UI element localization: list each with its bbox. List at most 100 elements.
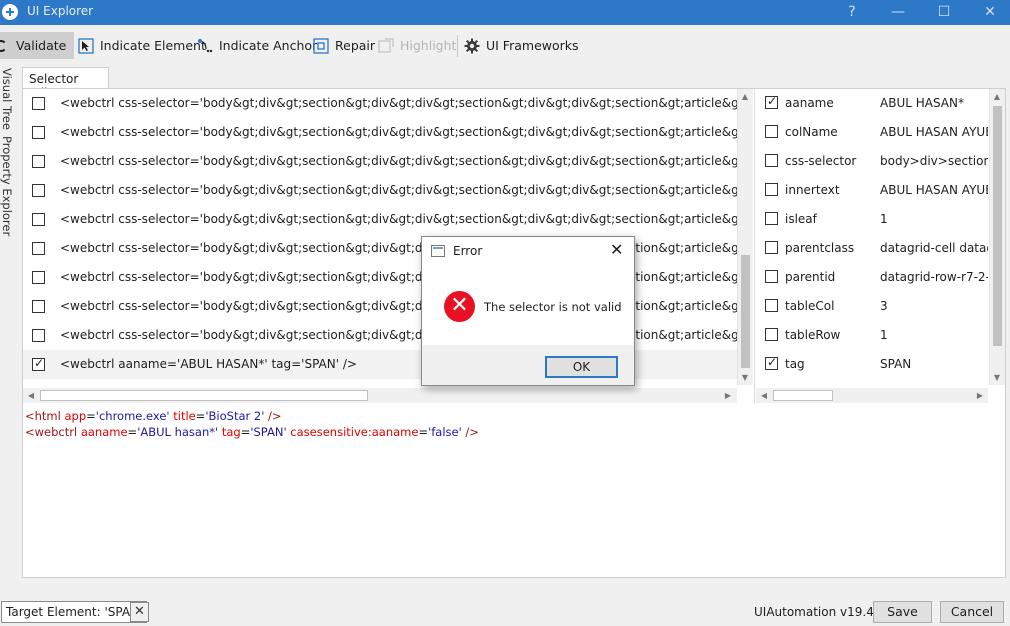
help-button[interactable]: ? — [829, 0, 875, 25]
attribute-name: parentid — [785, 270, 836, 284]
dialog-footer: OK — [422, 345, 634, 385]
attribute-checkbox[interactable] — [765, 94, 778, 109]
scroll-up-arrow[interactable]: ▲ — [739, 91, 751, 103]
pane-splitter[interactable] — [754, 89, 755, 404]
close-window-button[interactable]: ✕ — [967, 0, 1010, 25]
app-icon — [2, 4, 18, 20]
code-tag: <html — [25, 409, 61, 423]
attribute-name: innertext — [785, 183, 840, 197]
selector-list-vscrollbar[interactable]: ▲ ▼ — [737, 89, 753, 385]
scroll-left-arrow[interactable]: ◀ — [758, 390, 770, 402]
scroll-right-arrow[interactable]: ▶ — [722, 390, 734, 402]
selector-row[interactable]: <webctrl css-selector='body&gt;div&gt;se… — [23, 205, 737, 234]
selector-row-text: <webctrl css-selector='body&gt;div&gt;se… — [60, 212, 737, 226]
attribute-checkbox[interactable] — [765, 212, 778, 225]
attribute-list-hscrollbar[interactable]: ◀ ▶ — [756, 388, 988, 403]
clear-target-button[interactable]: ✕ — [130, 602, 149, 622]
indicate-anchor-button[interactable]: Indicate Anchor — [197, 32, 317, 59]
attribute-checkbox[interactable] — [765, 154, 778, 167]
selector-row-text: <webctrl css-selector='body&gt;div&gt;se… — [60, 125, 737, 139]
tab-visual-tree[interactable]: Visual Tree — [0, 68, 14, 130]
attribute-checkbox[interactable] — [765, 270, 778, 283]
attribute-checkbox[interactable] — [765, 125, 778, 138]
attribute-checkbox[interactable] — [765, 241, 778, 254]
scrollbar-thumb[interactable] — [40, 390, 368, 401]
scroll-right-arrow[interactable]: ▶ — [974, 390, 986, 402]
attribute-checkbox[interactable] — [765, 355, 778, 370]
selector-row[interactable]: <webctrl css-selector='body&gt;div&gt;se… — [23, 89, 737, 118]
validate-button[interactable]: Validate — [0, 32, 74, 59]
attribute-row[interactable]: colName ABUL HASAN AYUB I — [756, 118, 988, 147]
attribute-row[interactable]: tag SPAN — [756, 350, 988, 379]
selector-row-checkbox[interactable] — [32, 97, 45, 110]
code-line: <html app='chrome.exe' title='BioStar 2'… — [25, 409, 282, 423]
attribute-value: ABUL HASAN AYUB I — [880, 125, 988, 139]
attribute-row[interactable]: isleaf 1 — [756, 205, 988, 234]
minimize-button[interactable]: — — [875, 0, 921, 25]
selector-row-checkbox[interactable] — [32, 271, 45, 284]
scrollbar-thumb[interactable] — [993, 106, 1002, 346]
attribute-checkbox[interactable] — [765, 299, 778, 312]
dialog-window-icon — [431, 245, 445, 257]
dialog-close-button[interactable]: ✕ — [610, 240, 623, 259]
selector-row-checkbox[interactable] — [32, 155, 45, 168]
highlight-icon — [378, 37, 394, 54]
attribute-name: colName — [785, 125, 838, 139]
attribute-row[interactable]: parentclass datagrid-cell datagri — [756, 234, 988, 263]
ok-button[interactable]: OK — [545, 356, 618, 378]
selector-row-checkbox[interactable] — [32, 126, 45, 139]
scrollbar-thumb[interactable] — [773, 390, 833, 401]
scrollbar-thumb[interactable] — [741, 255, 750, 368]
attribute-row[interactable]: css-selector body>div>section>d — [756, 147, 988, 176]
selector-row-checkbox[interactable] — [32, 329, 45, 342]
selector-code-editor[interactable]: <html app='chrome.exe' title='BioStar 2'… — [25, 408, 479, 440]
selector-row-text: <webctrl css-selector='body&gt;div&gt;se… — [60, 183, 737, 197]
selector-row-checkbox[interactable] — [32, 213, 45, 226]
attribute-row[interactable]: tableCol 3 — [756, 292, 988, 321]
tab-property-explorer[interactable]: Property Explorer — [0, 136, 14, 236]
selector-row-text: <webctrl css-selector='body&gt;div&gt;se… — [60, 270, 737, 284]
indicate-element-button[interactable]: Indicate Element — [78, 32, 206, 59]
selector-row[interactable]: <webctrl css-selector='body&gt;div&gt;se… — [23, 118, 737, 147]
ui-frameworks-button[interactable]: UI Frameworks — [464, 32, 579, 59]
attribute-row[interactable]: parentid datagrid-row-r7-2-0 — [756, 263, 988, 292]
repair-label: Repair — [335, 38, 376, 53]
attribute-value: datagrid-cell datagri — [880, 241, 988, 255]
toolbar: Validate Indicate Element Indicate Ancho… — [0, 31, 1010, 61]
selector-row-checkbox[interactable] — [32, 184, 45, 197]
attribute-name: css-selector — [785, 154, 857, 168]
window-title: UI Explorer — [27, 4, 94, 18]
attribute-list-vscrollbar[interactable]: ▲ ▼ — [989, 89, 1005, 385]
selector-row-checkbox[interactable] — [32, 242, 45, 255]
scroll-left-arrow[interactable]: ◀ — [25, 390, 37, 402]
tab-selector-editor[interactable]: Selector Editor — [22, 67, 109, 100]
code-value: 'false' — [428, 425, 462, 439]
attribute-row[interactable]: innertext ABUL HASAN AYUB I — [756, 176, 988, 205]
selector-row-checkbox[interactable] — [32, 356, 45, 371]
save-button[interactable]: Save — [873, 601, 932, 623]
selector-list-hscrollbar[interactable]: ◀ ▶ — [23, 388, 737, 403]
code-value: 'chrome.exe' — [95, 409, 170, 423]
cancel-button[interactable]: Cancel — [940, 601, 1004, 623]
selector-row-text: <webctrl css-selector='body&gt;div&gt;se… — [60, 328, 737, 342]
attribute-name: tableCol — [785, 299, 835, 313]
attribute-row[interactable]: tableRow 1 — [756, 321, 988, 350]
highlight-button[interactable]: Highlight — [378, 32, 456, 59]
target-element-label: Target Element: 'SPAN' — [1, 601, 148, 623]
code-attr: aaname — [80, 425, 128, 439]
attribute-checkbox[interactable] — [765, 328, 778, 341]
scroll-up-arrow[interactable]: ▲ — [991, 91, 1003, 103]
maximize-button[interactable]: ☐ — [921, 0, 967, 25]
code-value: 'ABUL hasan*' — [137, 425, 219, 439]
toolbar-separator — [457, 35, 458, 57]
scroll-down-arrow[interactable]: ▼ — [739, 372, 751, 384]
selector-row-text: <webctrl css-selector='body&gt;div&gt;se… — [60, 241, 737, 255]
attribute-value: ABUL HASAN* — [880, 96, 964, 110]
selector-row[interactable]: <webctrl css-selector='body&gt;div&gt;se… — [23, 147, 737, 176]
attribute-row[interactable]: aaname ABUL HASAN* — [756, 89, 988, 118]
repair-button[interactable]: Repair — [313, 32, 375, 59]
selector-row-checkbox[interactable] — [32, 300, 45, 313]
selector-row[interactable]: <webctrl css-selector='body&gt;div&gt;se… — [23, 176, 737, 205]
scroll-down-arrow[interactable]: ▼ — [991, 372, 1003, 384]
attribute-checkbox[interactable] — [765, 183, 778, 196]
